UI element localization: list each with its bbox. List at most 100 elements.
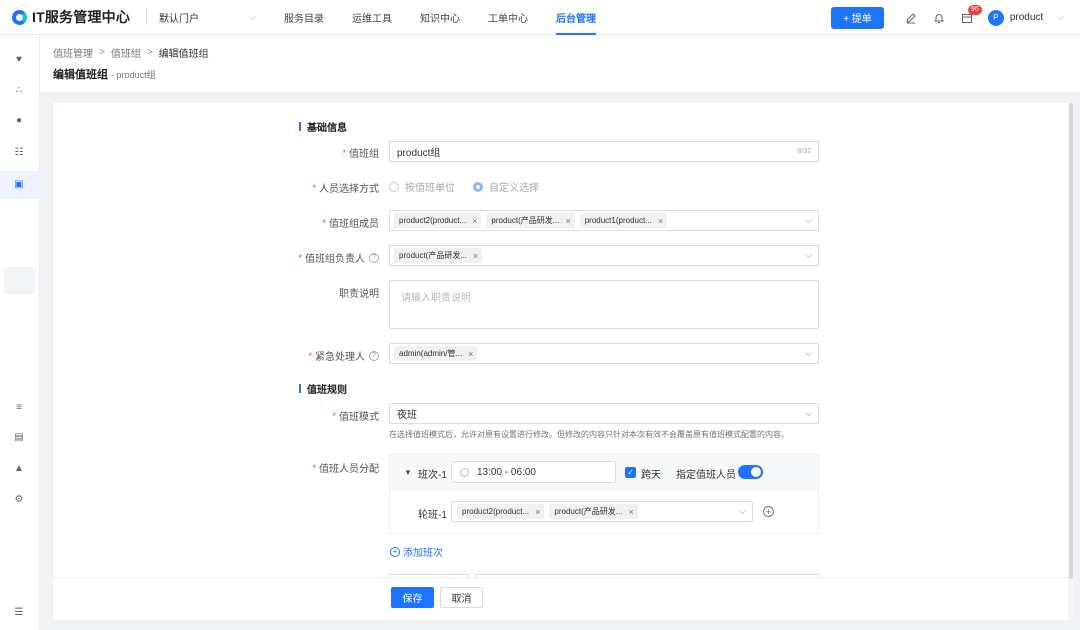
char-count: 8/32 <box>797 148 811 155</box>
collapse-triangle-icon[interactable]: ▼ <box>404 468 412 477</box>
nav-item-ops-tools[interactable]: 运维工具 <box>352 0 392 35</box>
top-bar: IT服务管理中心 默认门户 ⌵ 服务目录 运维工具 知识中心 工单中心 后台管理… <box>0 0 1080 35</box>
layers-icon[interactable]: ≡ <box>12 400 26 414</box>
select-value: 夜班 <box>397 410 417 421</box>
breadcrumb: 值班管理 > 值班组 > 编辑值班组 <box>53 45 209 60</box>
close-icon[interactable]: × <box>468 349 473 359</box>
label-text: 人员选择方式 <box>319 184 379 195</box>
close-icon[interactable]: × <box>473 251 478 261</box>
member-tag: product2(product... × <box>394 213 482 228</box>
breadcrumb-duty-group[interactable]: 值班组 <box>111 45 141 60</box>
chevron-down-icon: ⌵ <box>805 348 812 358</box>
duty-desc-label: 职责说明 <box>339 285 379 300</box>
required-mark: * <box>312 462 316 473</box>
nav-item-ticket-center[interactable]: 工单中心 <box>488 0 528 35</box>
close-icon[interactable]: × <box>535 507 540 517</box>
breadcrumb-current: 编辑值班组 <box>158 49 209 60</box>
org-tree-icon[interactable]: ∴ <box>12 83 26 97</box>
user-menu[interactable]: P product ⌵ <box>987 9 1064 26</box>
mode-label: * 值班模式 <box>332 408 379 424</box>
label-text: 紧急处理人 <box>315 352 365 363</box>
nav-item-service-catalog[interactable]: 服务目录 <box>284 0 324 35</box>
leader-select[interactable]: product(产品研发... × ⌵ <box>389 245 819 266</box>
required-mark: * <box>308 350 312 361</box>
emergency-select[interactable]: admin(admin/管... × ⌵ <box>389 343 819 364</box>
clock-icon <box>460 467 469 477</box>
close-icon[interactable]: × <box>472 216 477 226</box>
required-mark: * <box>332 410 336 421</box>
close-icon[interactable]: × <box>658 216 663 226</box>
form-footer <box>53 577 1068 620</box>
heart-icon[interactable]: ♥ <box>12 52 26 66</box>
chevron-down-icon: ⌵ <box>249 11 257 22</box>
required-mark: * <box>342 147 346 158</box>
shift-header: ▼ 班次-1 13:00 - 06:00 ✓ 跨天 指定值班人员 <box>390 455 818 491</box>
globe-icon[interactable]: ● <box>12 113 26 127</box>
input-value: product组 <box>397 148 441 159</box>
label-text: 值班组成员 <box>329 219 379 230</box>
leader-tag: product(产品研发... × <box>394 248 483 263</box>
page-title-text: 编辑值班组 <box>53 69 108 81</box>
cross-day-label: 跨天 <box>641 470 661 481</box>
close-icon[interactable]: × <box>565 216 570 226</box>
chevron-down-icon: ⌵ <box>1057 12 1064 22</box>
close-icon[interactable]: × <box>628 507 633 517</box>
plus-circle-icon: + <box>390 546 400 557</box>
section-basic-info: 基础信息 <box>299 119 347 134</box>
rotation-members-select[interactable]: product2(product... × product(产品研发... × ⌵ <box>451 501 753 522</box>
duty-desc-textarea[interactable]: 请输入职责说明 <box>389 280 819 329</box>
shift-card: ▼ 班次-1 13:00 - 06:00 ✓ 跨天 指定值班人员 轮班-1 pr… <box>389 454 819 534</box>
nav-item-knowledge[interactable]: 知识中心 <box>420 0 460 35</box>
help-icon[interactable]: ? <box>369 252 379 263</box>
tag-text: admin(admin/管... <box>399 349 463 358</box>
chevron-right-icon: > <box>99 47 105 58</box>
mode-select[interactable]: 夜班 ⌵ <box>389 403 819 424</box>
logo-icon <box>12 9 27 25</box>
radio-custom[interactable] <box>473 181 483 192</box>
help-icon[interactable]: ? <box>369 350 379 361</box>
tag-text: product2(product... <box>399 216 467 225</box>
rotation-label: 轮班-1 <box>418 510 447 521</box>
portal-select[interactable]: 默认门户 ⌵ <box>146 9 256 25</box>
user-name: product <box>1009 12 1044 23</box>
tag-text: product2(product... <box>462 507 530 516</box>
members-label: * 值班组成员 <box>322 215 379 231</box>
required-mark: * <box>298 252 302 263</box>
emergency-tag: admin(admin/管... × <box>394 346 478 361</box>
label-text: 职责说明 <box>339 289 379 300</box>
calendar-icon[interactable]: 96 <box>960 4 982 25</box>
tag-text: product(产品研发... <box>554 507 623 516</box>
nav-item-admin[interactable]: 后台管理 <box>556 0 597 35</box>
assign-staff-toggle[interactable] <box>738 465 763 479</box>
members-select[interactable]: product2(product... × product(产品研发... × pr… <box>389 210 819 231</box>
scrollbar-thumb[interactable] <box>1069 103 1073 579</box>
app-logo[interactable]: IT服务管理中心 <box>12 7 130 27</box>
create-ticket-button[interactable]: + 提单 <box>831 6 884 29</box>
radio-by-unit[interactable] <box>389 181 399 192</box>
edit-icon[interactable] <box>904 11 918 25</box>
notification-badge: 96 <box>968 4 982 15</box>
collapse-menu-icon[interactable]: ☰ <box>12 605 26 619</box>
chevron-down-icon: ⌵ <box>805 408 812 418</box>
cross-day-checkbox[interactable]: ✓ <box>625 467 636 478</box>
gear-icon[interactable]: ⚙ <box>12 492 26 506</box>
shift-time-picker[interactable]: 13:00 - 06:00 <box>451 461 616 483</box>
page-header: 值班管理 > 值班组 > 编辑值班组 编辑值班组 - product组 <box>40 35 1080 92</box>
briefcase-icon[interactable]: ▤ <box>12 430 26 444</box>
assign-staff-label: 指定值班人员 <box>676 470 736 481</box>
tag-text: product(产品研发... <box>491 216 560 225</box>
save-button[interactable]: 保存 <box>391 587 434 608</box>
group-name-input[interactable]: product组 8/32 <box>389 141 819 162</box>
leader-label: * 值班组负责人? <box>298 250 379 265</box>
user-icon[interactable]: ▲ <box>12 461 26 475</box>
avatar: P <box>987 9 1004 26</box>
grid-icon[interactable]: ☷ <box>12 145 26 159</box>
cancel-button[interactable]: 取消 <box>440 587 483 608</box>
breadcrumb-duty-management[interactable]: 值班管理 <box>53 45 93 60</box>
required-mark: * <box>322 217 326 228</box>
bell-icon[interactable] <box>932 11 946 25</box>
app-title: IT服务管理中心 <box>32 9 131 25</box>
schedule-icon[interactable]: ▣ <box>12 177 26 191</box>
add-rotation-icon[interactable]: + <box>763 506 774 517</box>
add-shift-link[interactable]: + 添加班次 <box>390 544 443 559</box>
